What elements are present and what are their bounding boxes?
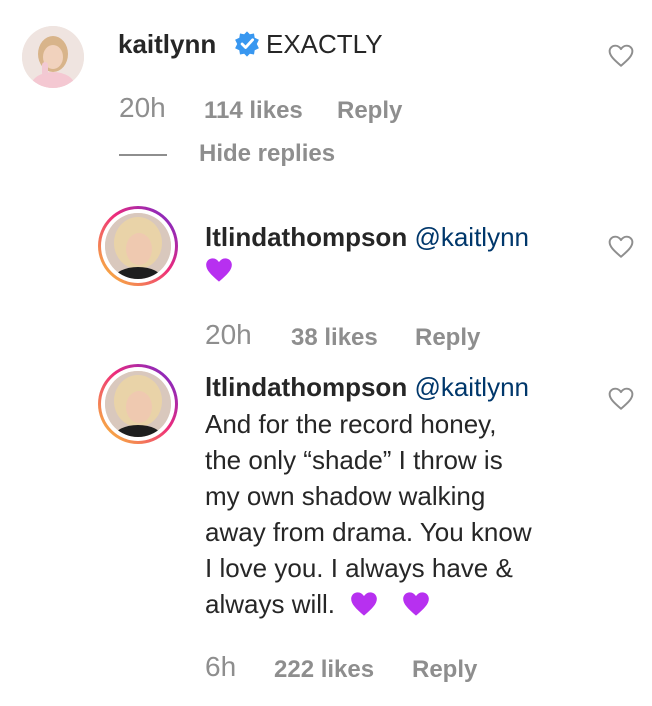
hide-replies-divider bbox=[119, 154, 167, 156]
comment-time: 6h bbox=[205, 651, 237, 682]
reply-button[interactable]: Reply bbox=[412, 656, 477, 684]
comment-line: I love you. I always have & bbox=[205, 553, 513, 583]
mention-link[interactable]: @kaitlynn bbox=[414, 222, 529, 252]
comment-text: EXACTLY bbox=[266, 29, 383, 59]
comment-likes[interactable]: 38 likes bbox=[291, 324, 378, 352]
reply-button[interactable]: Reply bbox=[415, 324, 480, 352]
reply-header: ltlindathompson @kaitlynn bbox=[205, 372, 529, 403]
comment-line-last: always will. bbox=[205, 586, 532, 622]
heart-outline-icon[interactable] bbox=[608, 235, 634, 259]
reply-header: ltlindathompson @kaitlynn bbox=[205, 222, 529, 253]
avatar-ltlindathompson[interactable] bbox=[98, 206, 178, 286]
comment-line: And for the record honey, bbox=[205, 409, 497, 439]
heart-outline-icon[interactable] bbox=[608, 387, 634, 411]
purple-heart-emoji bbox=[402, 592, 429, 616]
avatar-ltlindathompson[interactable] bbox=[98, 364, 178, 444]
comment-line: the only “shade” I throw is bbox=[205, 445, 503, 475]
mention-link[interactable]: @kaitlynn bbox=[414, 372, 529, 402]
heart-outline-icon[interactable] bbox=[608, 44, 634, 68]
avatar-photo bbox=[105, 371, 171, 437]
comment-username[interactable]: kaitlynn bbox=[118, 29, 216, 60]
avatar-ring-gap bbox=[101, 209, 175, 283]
comment-time: 20h bbox=[205, 319, 252, 350]
comment-username[interactable]: ltlindathompson bbox=[205, 372, 407, 402]
avatar-kaitlynn[interactable] bbox=[22, 26, 84, 88]
comment-line: away from drama. You know bbox=[205, 517, 532, 547]
reply-button[interactable]: Reply bbox=[337, 97, 402, 125]
comment-line: always will. bbox=[205, 589, 336, 619]
verified-badge-icon bbox=[235, 31, 259, 57]
avatar-photo bbox=[105, 213, 171, 279]
comment-body: And for the record honey, the only “shad… bbox=[205, 406, 532, 622]
hide-replies-button[interactable]: Hide replies bbox=[199, 140, 335, 168]
comment-username[interactable]: ltlindathompson bbox=[205, 222, 407, 252]
purple-heart-emoji bbox=[206, 258, 232, 282]
avatar-ring-gap bbox=[101, 367, 175, 441]
purple-heart-emoji bbox=[351, 592, 378, 616]
comment-likes[interactable]: 222 likes bbox=[274, 656, 374, 684]
comment-line: my own shadow walking bbox=[205, 481, 486, 511]
comment-time: 20h bbox=[119, 92, 166, 123]
comment-likes[interactable]: 114 likes bbox=[204, 97, 303, 125]
